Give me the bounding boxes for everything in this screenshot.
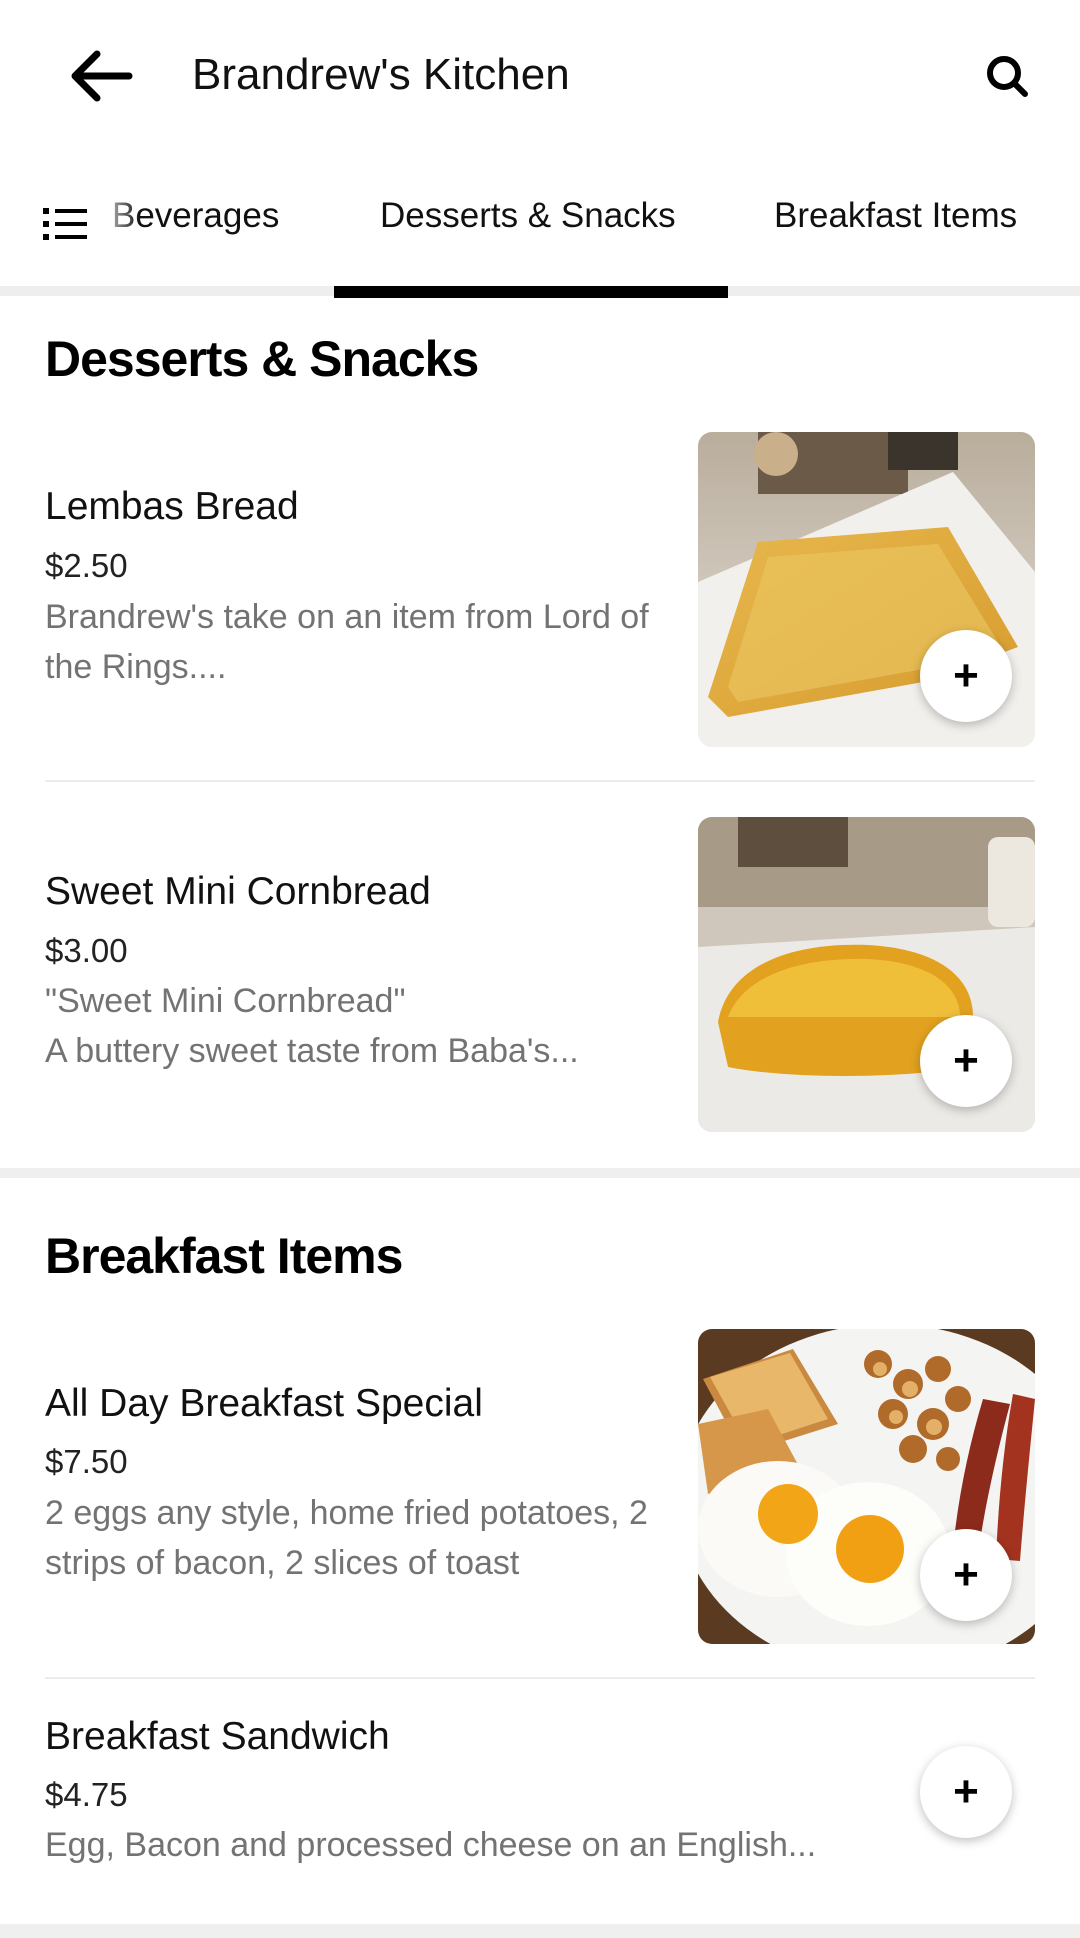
- item-divider: [45, 780, 1035, 782]
- add-to-cart-button[interactable]: +: [920, 1015, 1012, 1107]
- section-divider: [0, 1168, 1080, 1178]
- add-to-cart-button[interactable]: +: [920, 1746, 1012, 1838]
- tab-scroll-fade: [90, 180, 140, 250]
- back-button[interactable]: [60, 40, 142, 112]
- category-menu-button[interactable]: [40, 200, 90, 248]
- item-price: $7.50: [45, 1443, 128, 1480]
- store-title: Brandrew's Kitchen: [192, 50, 570, 99]
- item-description: Brandrew's take on an item from Lord of …: [45, 598, 649, 686]
- item-divider: [45, 1677, 1035, 1679]
- section-divider: [0, 1924, 1080, 1938]
- item-price: $4.75: [45, 1776, 128, 1813]
- add-to-cart-button[interactable]: +: [920, 1529, 1012, 1621]
- section-title-desserts-snacks: Desserts & Snacks: [45, 331, 479, 387]
- item-name: All Day Breakfast Special: [45, 1382, 483, 1425]
- tab-desserts-snacks[interactable]: Desserts & Snacks: [380, 196, 676, 236]
- item-name: Lembas Bread: [45, 485, 299, 528]
- tab-breakfast-items[interactable]: Breakfast Items: [774, 196, 1017, 236]
- item-price: $3.00: [45, 932, 128, 969]
- item-price: $2.50: [45, 547, 128, 584]
- item-description: Egg, Bacon and processed cheese on an En…: [45, 1826, 817, 1864]
- arrow-left-icon: [71, 50, 133, 102]
- item-name: Sweet Mini Cornbread: [45, 870, 431, 913]
- list-icon: [43, 208, 87, 240]
- item-name: Breakfast Sandwich: [45, 1715, 390, 1758]
- item-description: "Sweet Mini Cornbread" A buttery sweet t…: [45, 982, 579, 1070]
- active-tab-indicator: [334, 286, 728, 298]
- add-to-cart-button[interactable]: +: [920, 630, 1012, 722]
- section-title-breakfast-items: Breakfast Items: [45, 1228, 403, 1284]
- search-icon: [987, 56, 1028, 97]
- search-button[interactable]: [975, 44, 1039, 108]
- item-description: 2 eggs any style, home fried potatoes, 2…: [45, 1494, 648, 1582]
